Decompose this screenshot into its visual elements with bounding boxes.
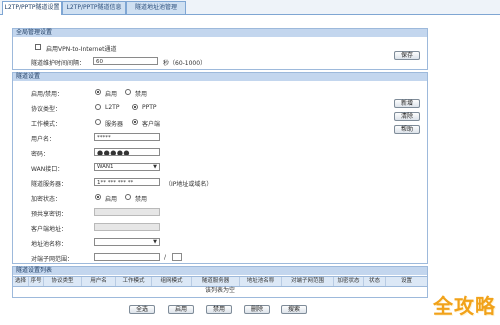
tunnel-settings-title: 隧道设置: [13, 73, 427, 81]
col-username: 用户名: [82, 277, 116, 286]
keepalive-hint: 秒（60-1000）: [163, 60, 207, 67]
tab-l2tp-pptp-settings[interactable]: L2TP/PPTP隧道设置: [2, 1, 62, 15]
watermark-logo: 全攻略: [433, 294, 496, 318]
col-protocol: 协议类型: [44, 277, 82, 286]
delete-button[interactable]: 删除: [244, 305, 270, 314]
col-peer-net: 对端子网范围: [282, 277, 334, 286]
pool-label: 地址池名称：: [31, 241, 68, 248]
wan-label: WAN接口：: [31, 166, 64, 173]
disable-radio-label: 禁用: [135, 91, 148, 98]
save-button[interactable]: 保存: [394, 51, 420, 60]
col-server: 隧道服务器: [192, 277, 240, 286]
col-settings: 设置: [400, 278, 412, 284]
mode-client-label: 客户端: [142, 121, 161, 128]
enable-button[interactable]: 启用: [168, 305, 194, 314]
wan-select[interactable]: WAN1 ▼: [94, 163, 160, 171]
col-select: 选择: [13, 277, 29, 286]
col-network-mode: 组网模式: [152, 277, 192, 286]
password-label: 密码：: [31, 151, 50, 158]
encrypt-off-radio[interactable]: [125, 194, 131, 200]
mode-label: 工作模式：: [31, 121, 62, 128]
protocol-pptp-label: PPTP: [142, 104, 157, 111]
tunnel-list-title: 隧道设置列表: [13, 267, 427, 275]
tab-l2tp-pptp-info[interactable]: L2TP/PPTP隧道信息: [62, 1, 126, 14]
disable-radio[interactable]: [125, 89, 131, 95]
clear-button[interactable]: 清除: [394, 112, 420, 121]
protocol-label: 协议类型：: [31, 106, 62, 113]
psk-label: 预共享密钥：: [31, 211, 68, 218]
protocol-l2tp-radio[interactable]: [95, 104, 101, 110]
mode-client-radio[interactable]: [132, 119, 138, 125]
tab-address-pool[interactable]: 隧道地址池管理: [126, 1, 186, 14]
enable-radio-label: 启用: [105, 91, 118, 98]
help-button[interactable]: 帮助: [394, 125, 420, 134]
mode-server-radio[interactable]: [95, 119, 101, 125]
global-settings-panel: 全局管理设置 启用VPN-to-Internet通道 隧道维护时间间隔： 60 …: [12, 28, 428, 70]
keepalive-label: 隧道维护时间间隔：: [31, 60, 86, 67]
encrypt-on-radio[interactable]: [95, 194, 101, 200]
chevron-down-icon: ▼: [153, 239, 157, 245]
protocol-l2tp-label: L2TP: [105, 104, 120, 111]
username-label: 用户名：: [31, 136, 56, 143]
global-settings-title: 全局管理设置: [13, 29, 427, 37]
peer-net-ip-input[interactable]: [94, 253, 160, 261]
col-mode: 工作模式: [116, 277, 152, 286]
tunnel-settings-panel: 隧道设置 启用/禁用： 启用 禁用 协议类型： L2TP PPTP 工作模式： …: [12, 72, 428, 264]
encrypt-off-label: 禁用: [135, 196, 148, 203]
peer-net-separator: /: [164, 254, 167, 261]
pool-select[interactable]: ▼: [94, 238, 160, 246]
server-label: 隧道服务器：: [31, 181, 68, 188]
protocol-pptp-radio[interactable]: [132, 104, 138, 110]
col-index: 序号: [29, 277, 44, 286]
search-button[interactable]: 搜索: [281, 305, 307, 314]
server-hint: （IP地址或域名）: [165, 181, 213, 188]
psk-input: [94, 208, 160, 216]
peer-net-mask-input[interactable]: [172, 253, 182, 261]
tunnel-list-empty: 该列表为空: [204, 287, 235, 294]
wan-select-value: WAN1: [97, 164, 114, 170]
disable-button[interactable]: 禁用: [206, 305, 232, 314]
enable-vpn-internet-label: 启用VPN-to-Internet通道: [46, 46, 117, 53]
enable-vpn-internet-checkbox[interactable]: [35, 44, 41, 50]
col-status: 状态: [364, 277, 386, 286]
password-input[interactable]: ●●●●●: [94, 148, 160, 156]
enable-radio[interactable]: [95, 89, 101, 95]
peer-net-label: 对端子网范围：: [31, 256, 74, 263]
encrypt-on-label: 启用: [105, 196, 118, 203]
add-button[interactable]: 新增: [394, 99, 420, 108]
client-addr-label: 客户端地址：: [31, 226, 68, 233]
server-input[interactable]: 1** *** *** **: [94, 178, 160, 186]
client-addr-input: [94, 223, 160, 231]
chevron-down-icon: ▼: [153, 164, 157, 170]
keepalive-input[interactable]: 60: [93, 57, 158, 65]
enable-label: 启用/禁用：: [31, 91, 64, 98]
encrypt-label: 加密状态：: [31, 196, 62, 203]
mode-server-label: 服务器: [105, 121, 124, 128]
col-pool: 地址池名称: [240, 277, 282, 286]
tab-bar: L2TP/PPTP隧道设置 L2TP/PPTP隧道信息 隧道地址池管理: [0, 0, 500, 15]
tunnel-list-panel: 隧道设置列表 选择 序号 协议类型 用户名 工作模式 组网模式 隧道服务器 地址…: [12, 266, 428, 298]
col-encrypt: 加密状态: [334, 277, 364, 286]
select-all-button[interactable]: 全选: [129, 305, 155, 314]
username-input[interactable]: *****: [94, 133, 160, 141]
